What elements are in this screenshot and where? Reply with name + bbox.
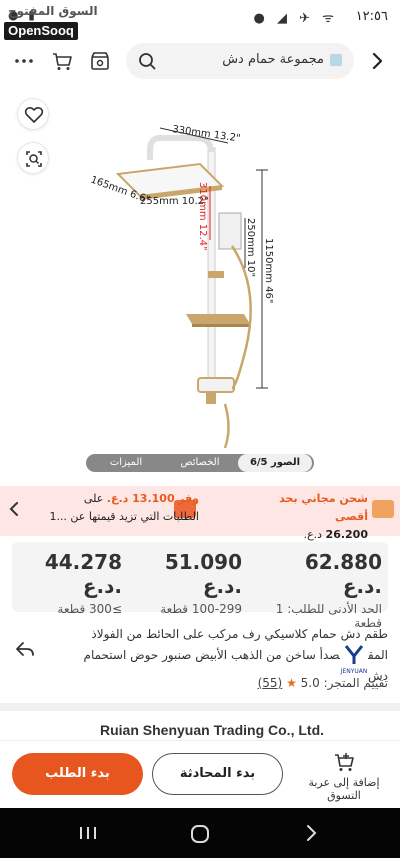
- start-chat-button[interactable]: بدء المحادثة: [152, 753, 283, 795]
- save-amount: 13.100 د.ع.: [106, 492, 175, 505]
- search-text: مجموعة حمام دش: [222, 52, 324, 67]
- seller-logo: JENYUAN: [340, 642, 368, 675]
- image-search-button[interactable]: [17, 142, 49, 174]
- price-qty: ≥300 قطعة: [57, 602, 122, 616]
- rating-label: تقييم المتجر:: [323, 676, 388, 690]
- shower-set-image: 330mm 13.2" 165mm 6.6" 255mm 10.2" 310mm…: [89, 124, 274, 449]
- watermark-arabic: السوق المفتوح: [8, 4, 98, 18]
- chevron-left-icon[interactable]: [8, 500, 20, 523]
- shipping-truck-icon: [372, 500, 394, 518]
- search-icon[interactable]: [138, 52, 156, 70]
- cart-icon[interactable]: [51, 50, 73, 72]
- price-value: 51.090 د.ع.: [164, 550, 242, 598]
- seller-name[interactable]: Ruian Shenyuan Trading Co., Ltd.: [100, 722, 360, 740]
- star-icon: ★: [286, 676, 297, 690]
- price-tiers: 62.880 د.ع. الحد الأدنى للطلب: 1 قطعة 51…: [12, 542, 388, 630]
- more-icon[interactable]: [13, 50, 35, 72]
- back-arrow-icon[interactable]: [366, 50, 388, 72]
- home-icon[interactable]: [189, 823, 211, 845]
- price-qty: 100-299 قطعة: [160, 602, 242, 616]
- free-shipping-amount: 26.200: [325, 528, 368, 541]
- price-tier-1: 62.880 د.ع. الحد الأدنى للطلب: 1 قطعة: [262, 550, 382, 630]
- rating-count[interactable]: (55): [258, 676, 283, 690]
- favorite-button[interactable]: [17, 98, 49, 130]
- product-image-gallery[interactable]: 330mm 13.2" 165mm 6.6" 255mm 10.2" 310mm…: [0, 88, 400, 478]
- tab-photos[interactable]: الصور 6/5: [238, 454, 312, 472]
- cart-plus-icon: [335, 753, 354, 771]
- tab-photos-label: الصور: [271, 457, 301, 468]
- price-tier-3: 44.278 د.ع. ≥300 قطعة: [2, 550, 122, 616]
- tab-properties[interactable]: الخصائص: [162, 454, 238, 472]
- bottom-action-bar: بدء الطلب بدء المحادثة إضافة إلى عربة ال…: [0, 740, 400, 808]
- start-order-button[interactable]: بدء الطلب: [12, 753, 143, 795]
- status-time: ١٢:٥٦: [355, 9, 388, 24]
- search-bar[interactable]: مجموعة حمام دش: [126, 43, 354, 79]
- save-prefix: وفر: [178, 492, 199, 505]
- free-shipping-promo: شحن مجاني بحد أقصى 26.200 د.ع.: [268, 490, 368, 541]
- dim-bar: 250mm 10": [245, 218, 256, 277]
- free-shipping-label: شحن مجاني بحد أقصى: [279, 492, 368, 523]
- add-to-cart-label: إضافة إلى عربة التسوق: [308, 776, 380, 802]
- store-rating: تقييم المتجر: 5.0 ★ (55): [258, 676, 388, 690]
- store-icon[interactable]: [89, 50, 111, 72]
- dim-height: 1150mm 46": [263, 238, 274, 303]
- rating-value: 5.0: [300, 676, 320, 690]
- price-value: 62.880 د.ع.: [304, 550, 382, 598]
- price-tier-2: 51.090 د.ع. 100-299 قطعة: [122, 550, 242, 616]
- save-suffix: على: [83, 492, 104, 505]
- system-nav-bar: [0, 808, 400, 858]
- opensooq-watermark: OpenSooq: [4, 22, 78, 40]
- tab-features[interactable]: الميزات: [90, 454, 162, 472]
- add-to-cart-button[interactable]: إضافة إلى عربة التسوق: [298, 751, 390, 802]
- share-icon[interactable]: [14, 638, 36, 660]
- product-page: ١٢:٥٦ ● ◢ ✈ ᯤ ● ▮ السوق المفتوح OpenSooq…: [0, 0, 400, 858]
- recent-apps-icon[interactable]: [78, 825, 98, 841]
- promo-banner[interactable]: شحن مجاني بحد أقصى 26.200 د.ع. وفر 13.10…: [0, 486, 400, 541]
- seller-logo-text: JENYUAN: [340, 668, 368, 675]
- header: مجموعة حمام دش: [0, 40, 400, 84]
- heart-icon: [24, 106, 44, 123]
- save-line2: الطلبات التي تزيد قيمتها عن ...1: [49, 510, 199, 523]
- discount-promo: وفر 13.100 د.ع. على الطلبات التي تزيد قي…: [24, 490, 199, 532]
- gallery-tabs: الصور 6/5 الخصائص الميزات: [86, 454, 314, 472]
- section-divider: [0, 703, 400, 711]
- tab-photos-counter: 6/5: [249, 457, 268, 468]
- scan-icon: [26, 151, 42, 167]
- status-icons: ● ◢ ✈ ᯤ: [253, 11, 338, 26]
- free-shipping-currency: د.ع.: [303, 528, 323, 541]
- dim-drop: 310mm 12.4": [197, 182, 208, 251]
- price-value: 44.278 د.ع.: [44, 550, 122, 598]
- back-nav-icon[interactable]: [304, 824, 318, 842]
- search-thumbnail: [330, 54, 342, 66]
